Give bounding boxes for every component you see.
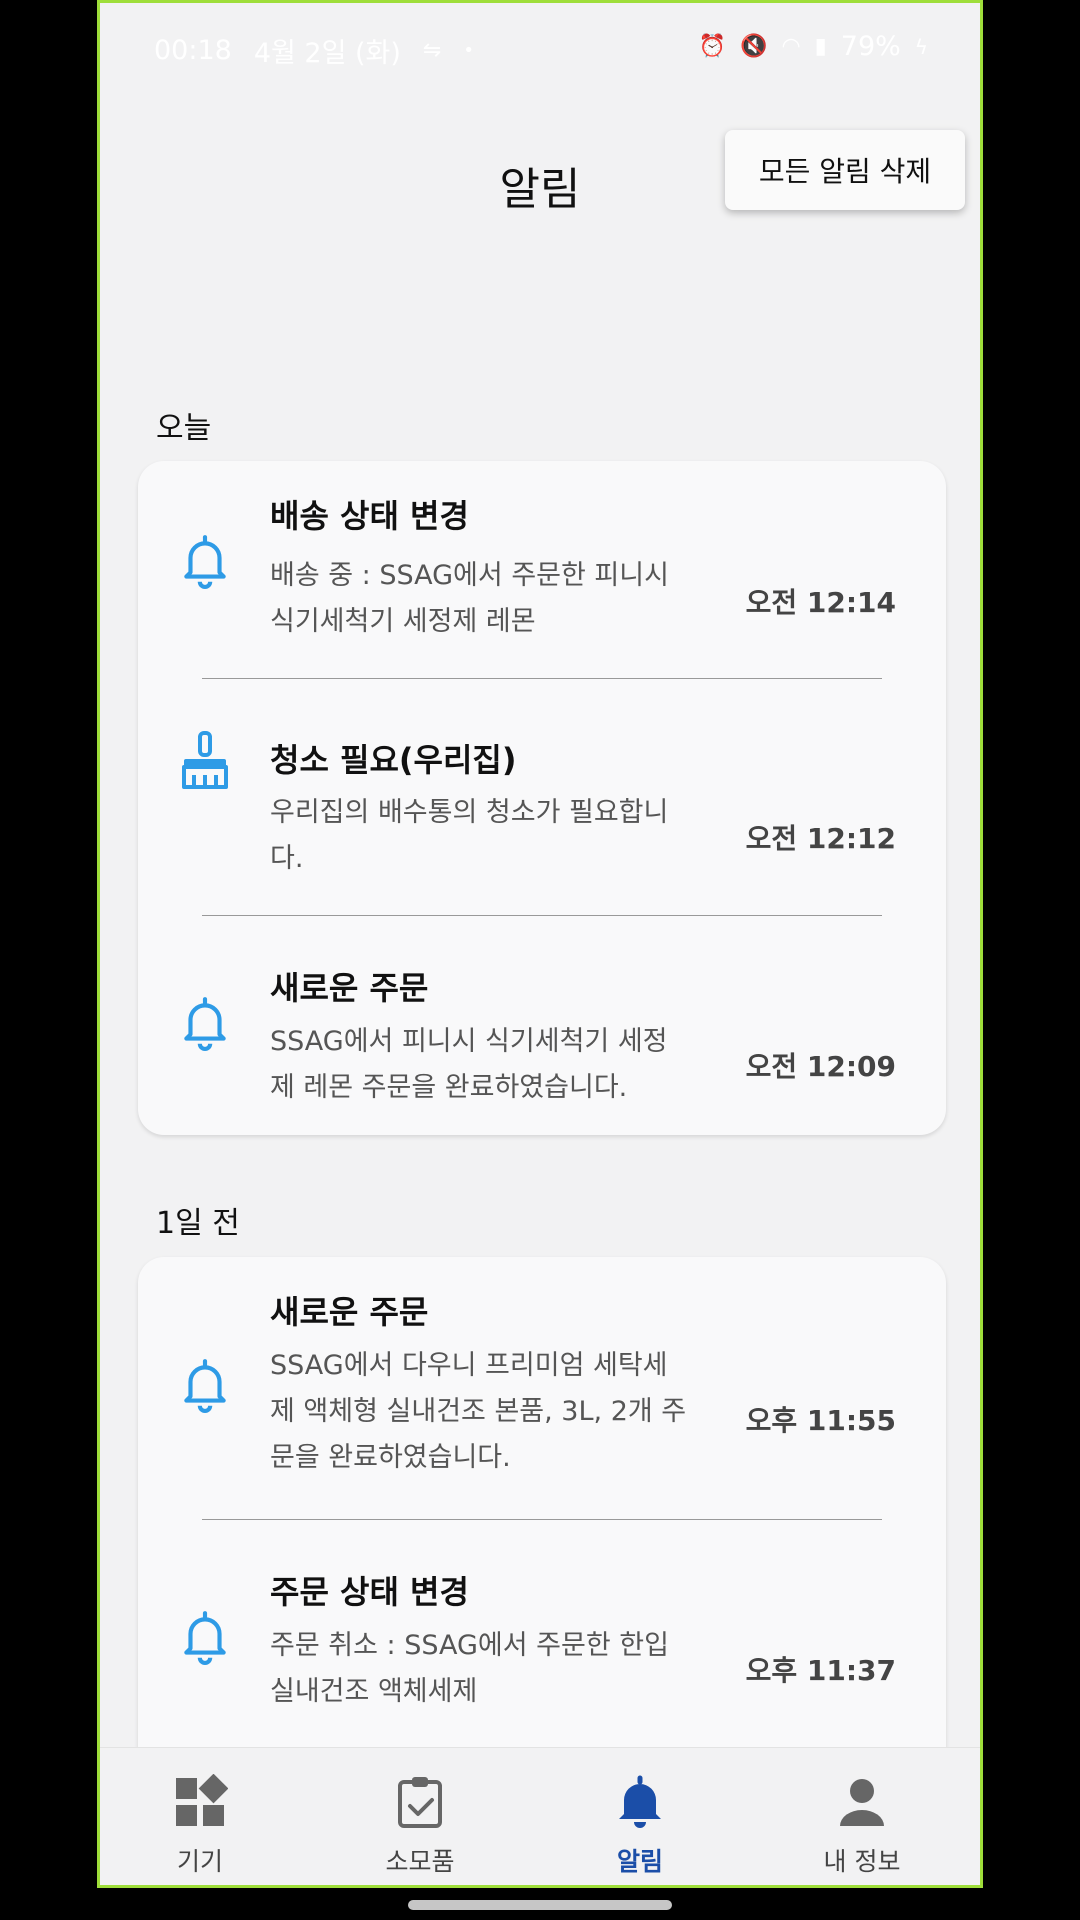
devices-icon (176, 1774, 228, 1826)
cast-icon: ⇋ (422, 38, 442, 63)
notification-body: SSAG에서 다우니 프리미엄 세탁세 제 액체형 실내건조 본품, 3L, 2… (270, 1343, 720, 1481)
bell-icon (184, 997, 226, 1051)
mute-icon: 🔇 (740, 34, 768, 59)
notification-time: 오후 11:55 (745, 1404, 896, 1437)
notification-body-line: 다. (270, 843, 304, 874)
bell-icon (184, 535, 226, 589)
nav-item-devices[interactable]: 기기 (100, 1774, 310, 1878)
section-label-yesterday: 1일 전 (156, 1206, 240, 1241)
notification-body-line: 제 레몬 주문을 완료하였습니다. (270, 1072, 628, 1103)
notification-body: 배송 중 : SSAG에서 주문한 피니시 식기세척기 세정제 레몬 (270, 553, 700, 645)
bell-icon (184, 1611, 226, 1665)
notification-item[interactable]: 새로운 주문 SSAG에서 피니시 식기세척기 세정 제 레몬 주문을 완료하였… (138, 933, 946, 1169)
delete-all-button[interactable]: 모든 알림 삭제 (725, 130, 965, 210)
notification-body-line: 실내건조 액체세제 (270, 1676, 478, 1707)
battery-level: 79% (840, 31, 901, 62)
notification-body-line: 식기세척기 세정제 레몬 (270, 606, 536, 637)
notification-title: 주문 상태 변경 (270, 1573, 469, 1611)
nav-item-profile[interactable]: 내 정보 (752, 1774, 972, 1878)
notification-body-line: SSAG에서 피니시 식기세척기 세정 (270, 1026, 668, 1057)
notification-body-line: 주문 취소 : SSAG에서 주문한 한입 (270, 1630, 669, 1661)
notification-item[interactable]: 주문 상태 변경 주문 취소 : SSAG에서 주문한 한입 실내건조 액체세제… (138, 1537, 946, 1773)
notification-time: 오전 12:09 (745, 1050, 896, 1083)
section-label-today: 오늘 (156, 411, 212, 446)
app-screen: 00:18 4월 2일 (화) ⇋ • ⏰ 🔇 ◠ ▮ 79% ϟ 알림 모든 … (97, 0, 983, 1888)
notification-item[interactable]: 새로운 주문 SSAG에서 다우니 프리미엄 세탁세 제 액체형 실내건조 본품… (138, 1257, 946, 1517)
notification-card-yesterday: 새로운 주문 SSAG에서 다우니 프리미엄 세탁세 제 액체형 실내건조 본품… (138, 1257, 946, 1797)
status-date: 4월 2일 (화) (253, 38, 401, 69)
nav-label: 내 정보 (823, 1847, 901, 1876)
home-indicator[interactable] (408, 1900, 672, 1910)
signal-icon: ▮ (814, 34, 827, 59)
clipboard-check-icon (398, 1777, 442, 1828)
bell-icon (619, 1775, 661, 1828)
notification-time: 오전 12:12 (745, 822, 896, 855)
divider (202, 915, 882, 916)
notification-body-line: 배송 중 : SSAG에서 주문한 피니시 (270, 560, 669, 591)
notification-title: 새로운 주문 (270, 1293, 429, 1331)
notification-body-line: 우리집의 배수통의 청소가 필요합니 (270, 797, 669, 828)
bottom-nav: 기기 소모품 알림 내 정보 (100, 1747, 980, 1885)
nav-item-consumables[interactable]: 소모품 (310, 1774, 530, 1878)
notification-time: 오후 11:37 (745, 1654, 896, 1687)
notification-item[interactable]: 청소 필요(우리집) 우리집의 배수통의 청소가 필요합니 다. 오전 12:1… (138, 697, 946, 933)
status-bar: 00:18 4월 2일 (화) ⇋ • ⏰ 🔇 ◠ ▮ 79% ϟ (100, 23, 980, 73)
wifi-icon: ◠ (781, 34, 801, 59)
nav-label: 기기 (176, 1847, 223, 1876)
notification-body-line: 문을 완료하였습니다. (270, 1442, 511, 1473)
notification-body: 우리집의 배수통의 청소가 필요합니 다. (270, 790, 700, 882)
notification-body: 주문 취소 : SSAG에서 주문한 한입 실내건조 액체세제 (270, 1623, 700, 1715)
nav-label: 알림 (616, 1847, 663, 1876)
notification-body: SSAG에서 피니시 식기세척기 세정 제 레몬 주문을 완료하였습니다. (270, 1019, 700, 1111)
status-time: 00:18 (154, 35, 232, 66)
bell-icon (184, 1359, 226, 1413)
nav-label: 소모품 (385, 1847, 455, 1876)
charging-icon: ϟ (914, 34, 928, 59)
notification-title: 배송 상태 변경 (270, 497, 469, 535)
nav-item-notifications[interactable]: 알림 (530, 1774, 750, 1878)
notification-title: 청소 필요(우리집) (270, 741, 517, 779)
notification-title: 새로운 주문 (270, 969, 429, 1007)
dot-icon: • (463, 40, 474, 61)
notification-body-line: 제 액체형 실내건조 본품, 3L, 2개 주 (270, 1396, 687, 1427)
notification-card-today: 배송 상태 변경 배송 중 : SSAG에서 주문한 피니시 식기세척기 세정제… (138, 461, 946, 1135)
notification-item[interactable]: 배송 상태 변경 배송 중 : SSAG에서 주문한 피니시 식기세척기 세정제… (138, 461, 946, 697)
person-icon (840, 1779, 884, 1826)
divider (202, 1519, 882, 1520)
divider (202, 678, 882, 679)
notification-body-line: SSAG에서 다우니 프리미엄 세탁세 (270, 1350, 668, 1381)
notification-time: 오전 12:14 (745, 586, 896, 619)
alarm-icon: ⏰ (698, 34, 727, 59)
broom-icon (182, 731, 228, 789)
